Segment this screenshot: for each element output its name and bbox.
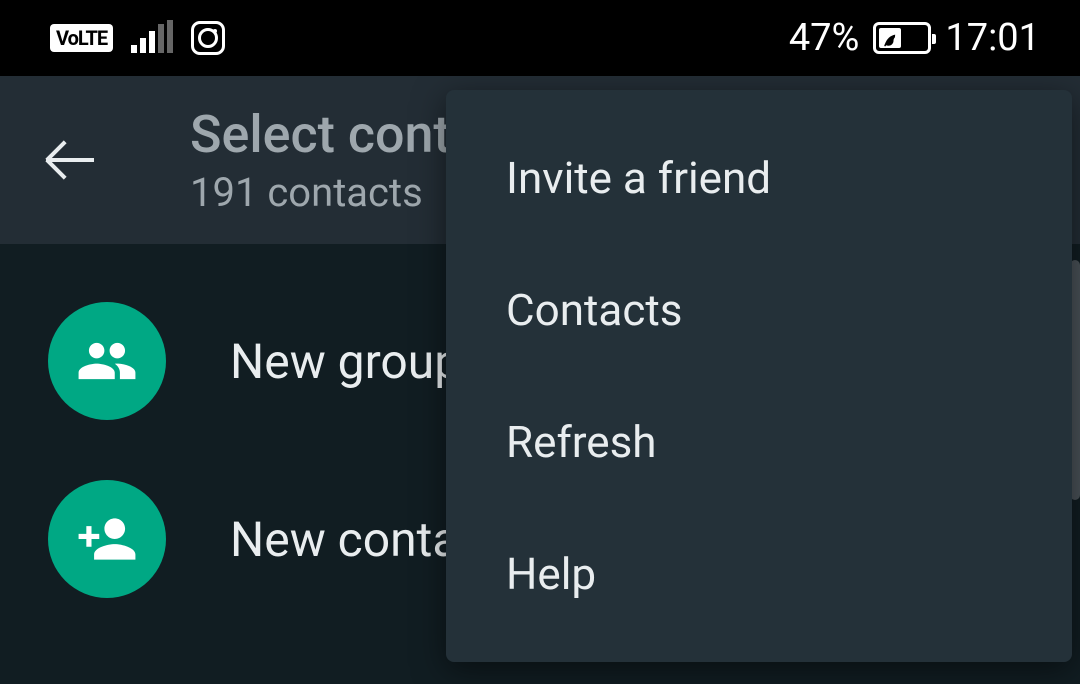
signal-icon: [131, 23, 173, 53]
volte-badge: VoLTE: [50, 24, 113, 52]
menu-help[interactable]: Help: [446, 508, 1072, 640]
status-bar: VoLTE 47% 17:01: [0, 0, 1080, 76]
battery-percent: 47%: [789, 16, 860, 60]
overflow-menu: Invite a friend Contacts Refresh Help: [446, 90, 1072, 662]
list-item-label: New group: [230, 333, 461, 390]
battery-icon: [873, 22, 931, 54]
menu-invite-friend[interactable]: Invite a friend: [446, 112, 1072, 244]
group-icon: [76, 330, 138, 392]
status-right: 47% 17:01: [789, 16, 1040, 60]
status-left: VoLTE: [50, 21, 225, 55]
menu-refresh[interactable]: Refresh: [446, 376, 1072, 508]
group-avatar: [48, 302, 166, 420]
back-button[interactable]: [42, 132, 98, 188]
menu-contacts[interactable]: Contacts: [446, 244, 1072, 376]
instagram-icon: [191, 21, 225, 55]
back-arrow-icon: [46, 158, 94, 162]
add-person-icon: [76, 508, 138, 570]
clock-time: 17:01: [945, 16, 1040, 60]
add-contact-avatar: [48, 480, 166, 598]
